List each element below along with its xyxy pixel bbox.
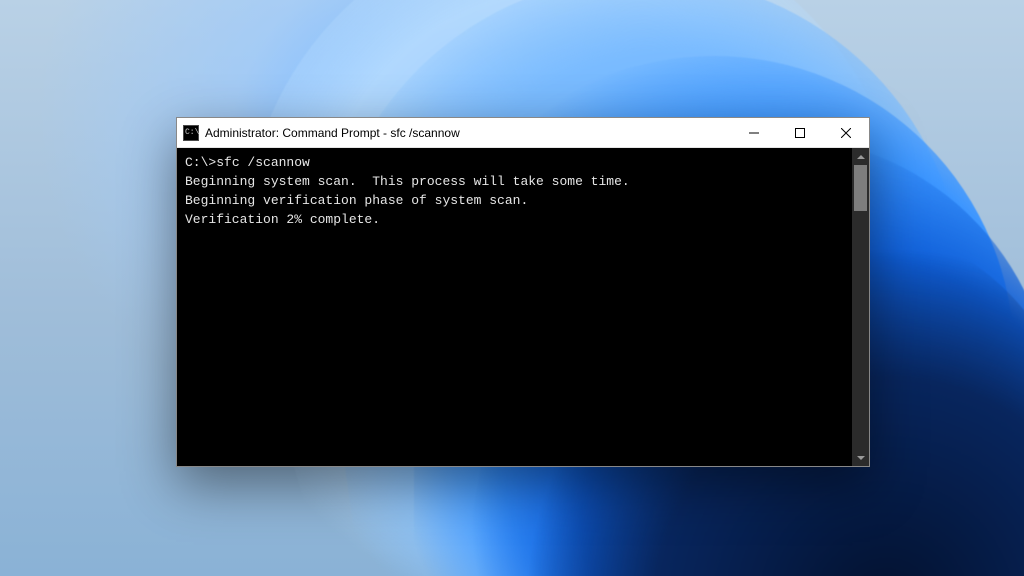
client-area: C:\>sfc /scannowBeginning system scan. T… bbox=[177, 148, 869, 466]
terminal-output[interactable]: C:\>sfc /scannowBeginning system scan. T… bbox=[177, 148, 852, 466]
window-title: Administrator: Command Prompt - sfc /sca… bbox=[205, 126, 460, 140]
title-left: C:\ Administrator: Command Prompt - sfc … bbox=[183, 125, 460, 141]
output-line: Beginning verification phase of system s… bbox=[185, 192, 844, 211]
maximize-button[interactable] bbox=[777, 118, 823, 147]
close-button[interactable] bbox=[823, 118, 869, 147]
scroll-up-button[interactable] bbox=[852, 148, 869, 165]
command-text: sfc /scannow bbox=[216, 155, 310, 170]
command-prompt-icon-glyph: C:\ bbox=[185, 129, 199, 137]
command-prompt-icon: C:\ bbox=[183, 125, 199, 141]
output-line: Beginning system scan. This process will… bbox=[185, 173, 844, 192]
maximize-icon bbox=[795, 128, 805, 138]
prompt: C:\> bbox=[185, 155, 216, 170]
minimize-button[interactable] bbox=[731, 118, 777, 147]
chevron-down-icon bbox=[857, 454, 865, 462]
window-controls bbox=[731, 118, 869, 147]
close-icon bbox=[841, 128, 851, 138]
scroll-down-button[interactable] bbox=[852, 449, 869, 466]
command-prompt-window: C:\ Administrator: Command Prompt - sfc … bbox=[176, 117, 870, 467]
prompt-line: C:\>sfc /scannow bbox=[185, 154, 844, 173]
scrollbar-thumb[interactable] bbox=[854, 165, 867, 211]
titlebar[interactable]: C:\ Administrator: Command Prompt - sfc … bbox=[177, 118, 869, 148]
minimize-icon bbox=[749, 128, 759, 138]
chevron-up-icon bbox=[857, 153, 865, 161]
vertical-scrollbar[interactable] bbox=[852, 148, 869, 466]
output-line: Verification 2% complete. bbox=[185, 211, 844, 230]
